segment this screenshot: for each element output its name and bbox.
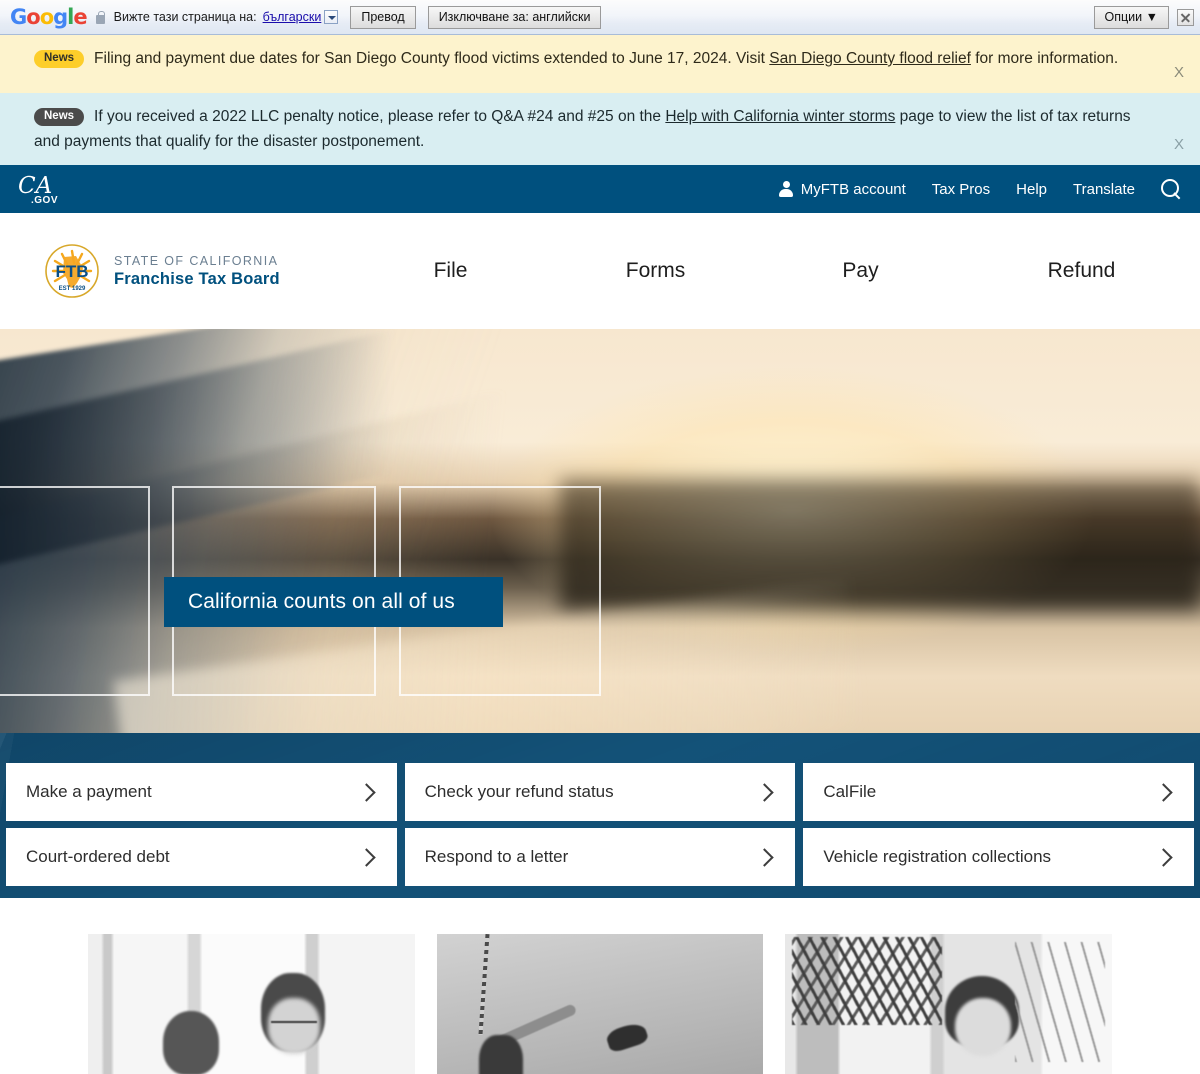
quick-link-label: Court-ordered debt [26,847,170,866]
status-badge: News [34,50,85,68]
svg-text:EST 1929: EST 1929 [59,286,86,292]
nav-tab-file[interactable]: File [348,259,553,283]
translate-button[interactable]: Превод [350,5,416,29]
search-icon[interactable] [1161,178,1182,200]
chevron-right-icon [755,847,775,867]
feature-image-3 [785,934,1112,1074]
quick-link-check-refund-status[interactable]: Check your refund status [404,763,796,821]
brand-line-1: STATE OF CALIFORNIA [114,253,279,268]
translate-options-button[interactable]: Опции ▼ [1093,6,1169,29]
hero-headline-banner: California counts on all of us [164,577,503,627]
translate-prompt: Вижте тази страница на: [113,10,257,24]
hero-headline: California counts on all of us [188,590,455,613]
cagov-utility-bar: CA .GOV MyFTB account Tax Pros Help Tran… [0,165,1200,213]
quick-link-label: Make a payment [26,782,152,801]
alert-text-before: If you received a 2022 LLC penalty notic… [94,108,666,125]
ftb-brand[interactable]: FTB EST 1929 STATE OF CALIFORNIA Franchi… [44,243,280,299]
quick-link-vehicle-registration-collections[interactable]: Vehicle registration collections [803,828,1194,886]
alert-link-flood-relief[interactable]: San Diego County flood relief [769,50,971,67]
feature-image-1 [88,934,415,1074]
svg-text:FTB: FTB [55,262,88,281]
feature-image-2 [436,934,764,1074]
quick-link-label: Respond to a letter [424,847,569,866]
nav-tab-forms[interactable]: Forms [553,259,758,283]
status-badge: News [34,108,85,126]
chevron-right-icon [356,782,376,802]
feature-card-1[interactable] [88,934,415,1074]
nav-item-translate[interactable]: Translate [1073,181,1135,198]
alert-banner-news-2: News If you received a 2022 LLC penalty n… [0,93,1200,165]
nav-label: MyFTB account [800,180,906,198]
dismiss-alert-button[interactable]: X [1174,132,1184,157]
google-logo: Google [10,5,88,29]
dismiss-alert-button[interactable]: X [1174,60,1184,85]
alert-link-winter-storms[interactable]: Help with California winter storms [665,108,895,125]
hero-section [0,329,1200,733]
nav-item-myftb-account[interactable]: MyFTB account [779,181,906,198]
lock-icon [95,10,106,24]
svg-text:.GOV: .GOV [31,195,58,206]
chevron-right-icon [755,782,775,802]
nav-label: Translate [1073,180,1135,198]
brand-line-2: Franchise Tax Board [114,269,280,288]
nav-item-help[interactable]: Help [1016,181,1047,198]
nav-item-tax-pros[interactable]: Tax Pros [932,181,990,198]
cagov-nav: MyFTB account Tax Pros Help Translate [779,178,1182,200]
feature-cards-section [0,898,1200,1074]
alert-text-before: Filing and payment due dates for San Die… [94,50,770,67]
quick-link-label: Check your refund status [424,782,614,801]
close-icon[interactable] [1177,9,1194,26]
person-icon [779,181,794,197]
site-header: FTB EST 1929 STATE OF CALIFORNIA Franchi… [0,213,1200,329]
chevron-right-icon [1154,782,1173,802]
quick-links-band: Make a payment Check your refund status … [0,733,1200,898]
alert-banner-news-1: News Filing and payment due dates for San… [0,35,1200,93]
brand-text: STATE OF CALIFORNIA Franchise Tax Board [114,254,280,289]
language-select-link[interactable]: български [263,10,322,24]
primary-nav: File Forms Pay Refund [348,259,1200,283]
hero-frame-1 [0,486,150,696]
quick-link-respond-to-a-letter[interactable]: Respond to a letter [404,828,796,886]
ftb-logo-icon: FTB EST 1929 [45,244,99,298]
nav-label: Help [1016,180,1048,198]
quick-links-grid: Make a payment Check your refund status … [0,733,1200,886]
feature-card-2[interactable] [436,934,764,1074]
quick-link-label: CalFile [823,782,877,801]
chevron-right-icon [1154,847,1173,867]
translate-bar-right: Опции ▼ [1093,0,1194,35]
chevron-down-icon[interactable] [324,10,339,24]
quick-link-calfile[interactable]: CalFile [803,763,1194,821]
turn-off-translate-button[interactable]: Изключване за: английски [427,5,602,29]
google-translate-bar: Google Вижте тази страница на: български… [0,0,1200,35]
feature-card-3[interactable] [785,934,1112,1074]
quick-link-label: Vehicle registration collections [823,847,1052,866]
feature-cards-grid [0,934,1200,1074]
quick-link-make-a-payment[interactable]: Make a payment [6,763,397,821]
alert-text-after: for more information. [970,50,1119,67]
chevron-right-icon [356,847,376,867]
nav-tab-pay[interactable]: Pay [758,259,963,283]
cagov-logo[interactable]: CA .GOV [18,172,70,206]
quick-link-court-ordered-debt[interactable]: Court-ordered debt [6,828,397,886]
nav-tab-refund[interactable]: Refund [963,259,1200,283]
nav-label: Tax Pros [931,180,991,198]
